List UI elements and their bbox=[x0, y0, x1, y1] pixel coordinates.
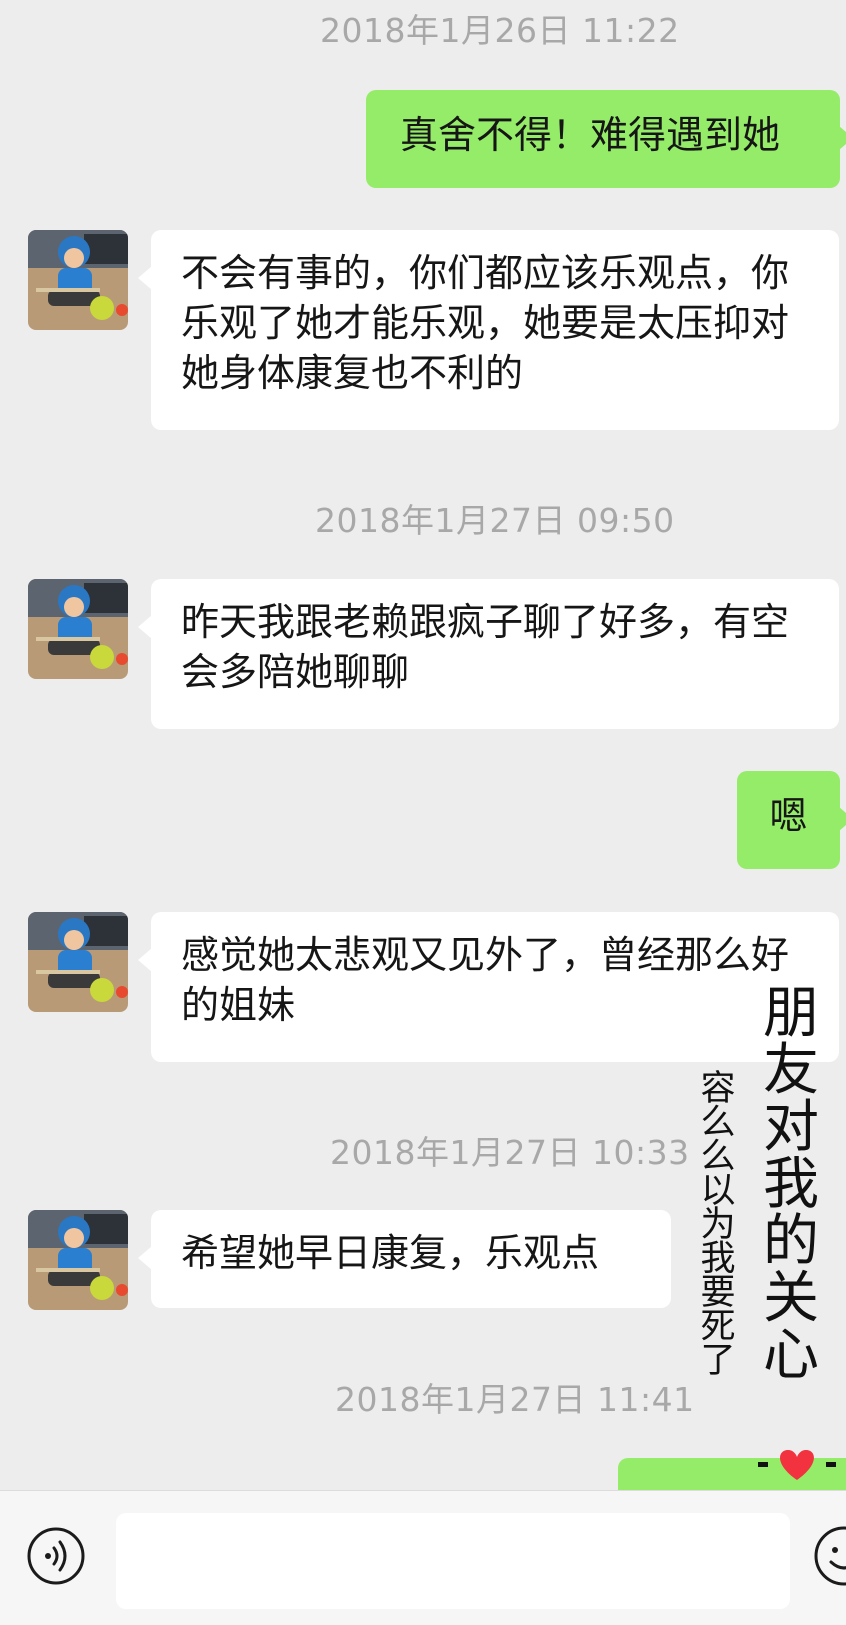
message-bubble-outgoing[interactable]: 真舍不得！难得遇到她 bbox=[366, 90, 846, 188]
voice-icon bbox=[27, 1527, 85, 1585]
avatar[interactable] bbox=[28, 1210, 128, 1310]
chat-input-bar bbox=[0, 1490, 846, 1625]
avatar[interactable] bbox=[28, 579, 128, 679]
message-text: 真舍不得！难得遇到她 bbox=[400, 113, 781, 157]
timestamp: 2018年1月27日 09:50 bbox=[315, 501, 675, 540]
overlay-annotation-note: 容么么以为我要死了 bbox=[700, 1069, 736, 1381]
message-text: 不会有事的，你们都应该乐观点，你乐观了她才能乐观，她要是太压抑对她身体康复也不利… bbox=[181, 251, 790, 395]
avatar[interactable] bbox=[28, 912, 128, 1012]
message-bubble-incoming[interactable]: 希望她早日康复，乐观点 bbox=[138, 1210, 671, 1308]
message-bubble-outgoing[interactable]: 嗯 bbox=[737, 771, 846, 869]
voice-button[interactable] bbox=[26, 1526, 86, 1586]
message-bubble-incoming[interactable]: 昨天我跟老赖跟疯子聊了好多，有空会多陪她聊聊 bbox=[138, 579, 839, 729]
avatar[interactable] bbox=[28, 230, 128, 330]
message-bubble-incoming[interactable]: 感觉她太悲观又见外了，曾经那么好的姐妹 bbox=[138, 912, 839, 1062]
message-text: 昨天我跟老赖跟疯子聊了好多，有空会多陪她聊聊 bbox=[181, 600, 790, 694]
timestamp: 2018年1月26日 11:22 bbox=[320, 11, 680, 50]
message-text: 嗯 bbox=[769, 794, 808, 838]
overlay-annotation-title: 朋友对我的关心 bbox=[763, 981, 819, 1388]
heart-icon bbox=[780, 1450, 814, 1480]
emoji-button[interactable] bbox=[812, 1524, 846, 1588]
heart-decoration bbox=[754, 1446, 844, 1482]
message-input[interactable] bbox=[116, 1513, 790, 1609]
message-text: 希望她早日康复，乐观点 bbox=[181, 1231, 600, 1275]
emoji-icon bbox=[814, 1526, 846, 1586]
message-bubble-incoming[interactable]: 不会有事的，你们都应该乐观点，你乐观了她才能乐观，她要是太压抑对她身体康复也不利… bbox=[138, 230, 839, 430]
message-text: 感觉她太悲观又见外了，曾经那么好的姐妹 bbox=[181, 933, 790, 1027]
